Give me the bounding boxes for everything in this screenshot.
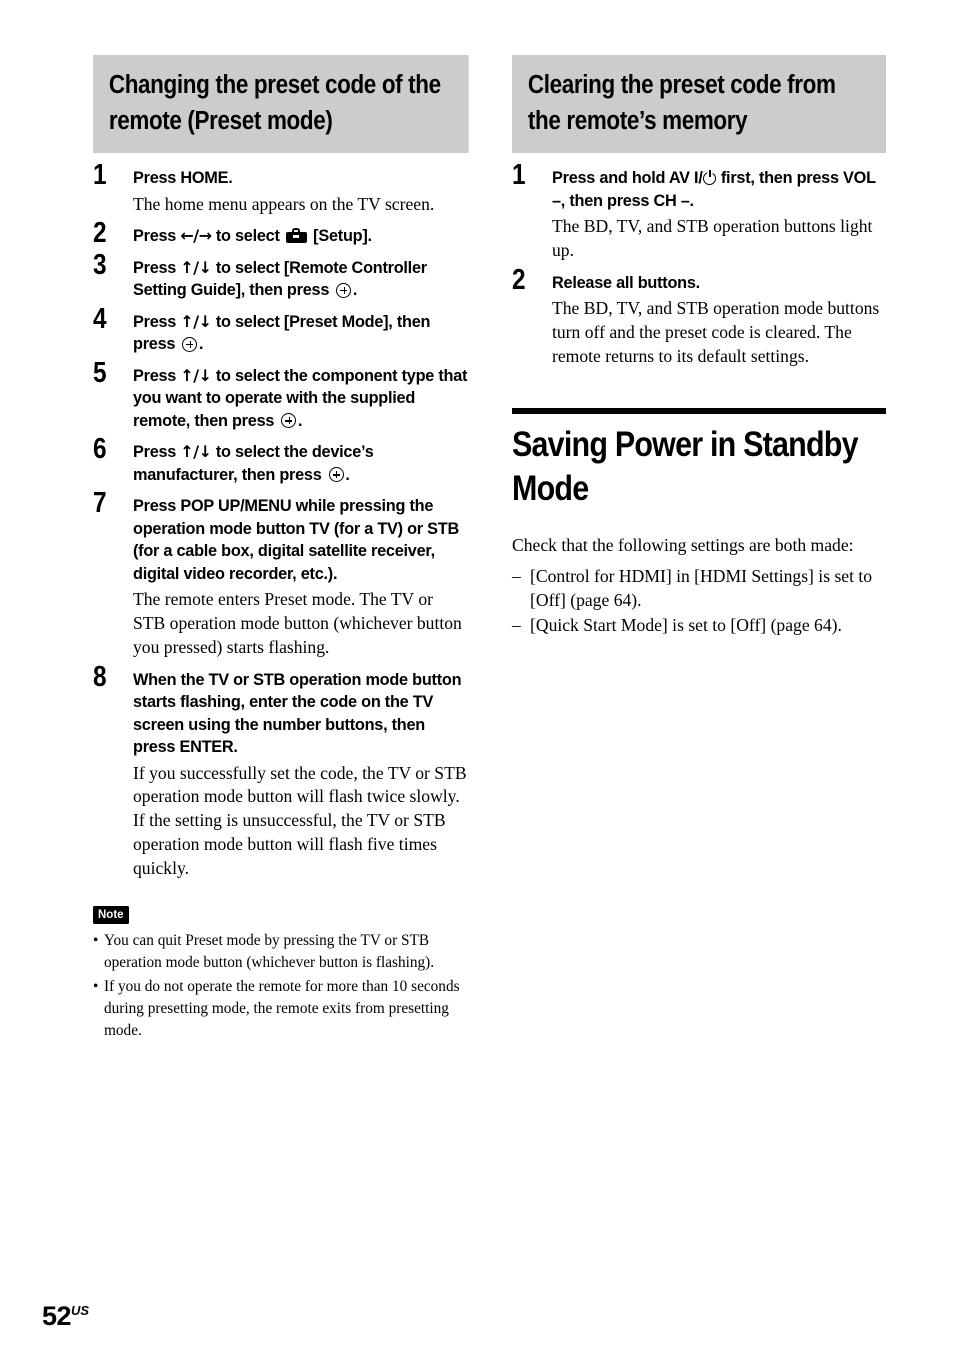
step-title: Press ←/→ to select [Setup]. (133, 226, 372, 246)
bullet-icon: • (93, 977, 99, 995)
step-body: The home menu appears on the TV screen. (133, 193, 435, 214)
step-number: 5 (93, 356, 107, 389)
step-number: 1 (93, 159, 107, 191)
step-item: 5 Press ↑/↓ to select the component type… (93, 358, 469, 433)
manual-page: { "page": { "number": "52", "region_suff… (0, 0, 954, 1352)
step-body: The BD, TV, and STB operation buttons li… (552, 216, 873, 260)
list-item: – [Quick Start Mode] is set to [Off] (pa… (512, 613, 886, 637)
setting-text: [Quick Start Mode] is set to [Off] (page… (530, 615, 842, 636)
right-column: Clearing the preset code from the remote… (512, 55, 886, 638)
step-body: The BD, TV, and STB operation mode butto… (552, 298, 880, 366)
page-number-value: 52 (42, 1301, 72, 1331)
direction-arrows-icon: ↑/↓ (180, 257, 212, 277)
direction-arrows-icon: ↑/↓ (180, 442, 212, 462)
step-title: Release all buttons. (552, 273, 700, 292)
right-step-list: 1 Press and hold AV I/ first, then press… (512, 161, 886, 369)
section-divider-rule (512, 408, 886, 415)
step-number: 1 (512, 159, 526, 191)
note-text: You can quit Preset mode by pressing the… (104, 932, 435, 972)
step-body: The remote enters Preset mode. The TV or… (133, 589, 462, 657)
list-item: • You can quit Preset mode by pressing t… (93, 930, 469, 975)
page-title-saving-power: Saving Power in Standby Mode (512, 425, 859, 509)
step-item: 1 Press and hold AV I/ first, then press… (512, 161, 886, 263)
step-body: If you successfully set the code, the TV… (133, 762, 467, 878)
step-item: 2 Release all buttons. The BD, TV, and S… (512, 265, 886, 369)
direction-arrows-icon: ↑/↓ (180, 365, 212, 385)
step-title: When the TV or STB operation mode button… (133, 670, 462, 757)
note-block: Note • You can quit Preset mode by press… (93, 905, 469, 1043)
page-region-suffix: US (71, 1303, 90, 1318)
enter-icon (336, 282, 352, 298)
step-title: Press ↑/↓ to select the component type t… (133, 365, 468, 430)
left-column: Changing the preset code of the remote (… (93, 55, 469, 1044)
step-item: 6 Press ↑/↓ to select the device’s manuf… (93, 435, 469, 486)
step-number: 8 (93, 660, 107, 693)
step-title: Press ↑/↓ to select the device’s manufac… (133, 442, 374, 484)
step-number: 6 (93, 433, 107, 466)
step-title: Press ↑/↓ to select [Preset Mode], then … (133, 311, 431, 354)
section-heading-changing-preset-code: Changing the preset code of the remote (… (93, 55, 469, 153)
step-title: Press and hold AV I/ first, then press V… (552, 169, 876, 210)
step-number: 2 (512, 263, 526, 296)
step-number: 2 (93, 217, 107, 250)
step-number: 3 (93, 248, 107, 281)
left-step-list: 1 Press HOME. The home menu appears on t… (93, 161, 469, 881)
step-item: 7 Press POP UP/MENU while pressing the o… (93, 489, 469, 659)
list-item: • If you do not operate the remote for m… (93, 976, 469, 1043)
dash-icon: – (512, 566, 521, 587)
direction-arrows-icon: ↑/↓ (180, 311, 212, 331)
note-badge: Note (93, 906, 129, 925)
step-title: Press HOME. (133, 169, 233, 187)
direction-arrows-icon: ←/→ (180, 226, 212, 246)
setting-text: [Control for HDMI] in [HDMI Settings] is… (530, 566, 873, 611)
step-item: 2 Press ←/→ to select [Setup]. (93, 219, 469, 248)
settings-dash-list: – [Control for HDMI] in [HDMI Settings] … (512, 564, 886, 637)
step-number: 7 (93, 487, 107, 520)
section-heading-clearing-preset-code: Clearing the preset code from the remote… (512, 55, 886, 153)
enter-icon (182, 336, 198, 352)
step-number: 4 (93, 302, 107, 335)
list-item: – [Control for HDMI] in [HDMI Settings] … (512, 564, 886, 612)
enter-icon (281, 413, 297, 429)
step-item: 4 Press ↑/↓ to select [Preset Mode], the… (93, 304, 469, 356)
step-title: Press ↑/↓ to select [Remote Controller S… (133, 257, 427, 300)
note-bullet-list: • You can quit Preset mode by pressing t… (93, 930, 469, 1042)
toolbox-icon (285, 228, 307, 244)
lead-paragraph: Check that the following settings are bo… (512, 535, 854, 556)
step-item: 1 Press HOME. The home menu appears on t… (93, 161, 469, 216)
step-item: 3 Press ↑/↓ to select [Remote Controller… (93, 250, 469, 302)
bullet-icon: • (93, 932, 99, 950)
step-title: Press POP UP/MENU while pressing the ope… (133, 497, 459, 583)
step-item: 8 When the TV or STB operation mode butt… (93, 662, 469, 881)
power-icon (703, 170, 717, 185)
dash-icon: – (512, 615, 521, 636)
enter-icon (328, 467, 344, 483)
page-number: 52US (42, 1297, 89, 1330)
note-text: If you do not operate the remote for mor… (104, 977, 460, 1040)
